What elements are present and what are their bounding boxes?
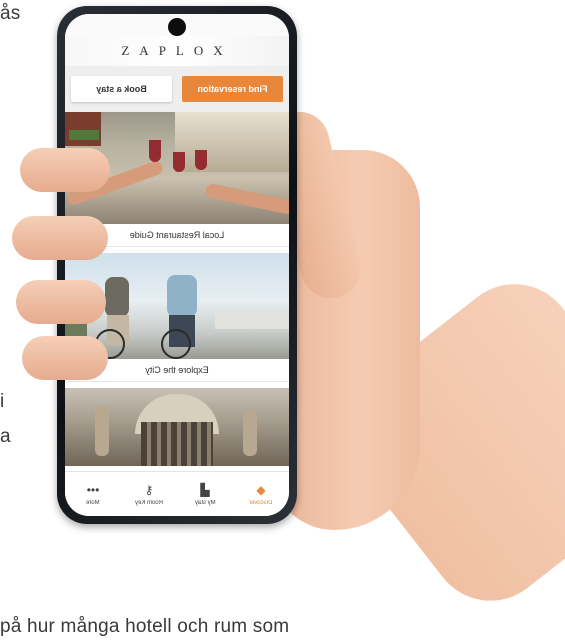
find-reservation-button[interactable]: Find reservation — [182, 76, 283, 102]
nav-room-key[interactable]: ⚷ Room Key — [121, 472, 177, 516]
museum-image — [65, 388, 289, 466]
nav-more[interactable]: ••• More — [65, 472, 121, 516]
hand-finger-4 — [22, 336, 108, 380]
action-buttons: Book a stay Find reservation — [65, 66, 289, 112]
page-text-mid-2: a — [0, 426, 11, 447]
key-icon: ⚷ — [144, 482, 154, 497]
more-dots-icon: ••• — [86, 482, 100, 497]
hand-finger-3 — [16, 280, 106, 324]
phone-screen: ZAPLOX Book a stay Find reservation Loca… — [65, 14, 289, 516]
tag-icon: ◆ — [256, 482, 266, 497]
bottom-navigation: ••• More ⚷ Room Key ▙ My stay ◆ Discover — [65, 471, 289, 516]
nav-discover-label: Discover — [249, 499, 273, 506]
camera-notch — [168, 18, 186, 36]
page-text-bottom: på hur många hotell och rum som — [0, 616, 290, 637]
nav-discover[interactable]: ◆ Discover — [233, 472, 289, 516]
brand-logo: ZAPLOX — [65, 36, 289, 66]
hand-finger-2 — [12, 216, 108, 260]
page-text-top: ås — [0, 3, 21, 24]
nav-my-stay-label: My stay — [194, 499, 216, 506]
hand-finger-1 — [20, 148, 110, 192]
book-a-stay-button[interactable]: Book a stay — [71, 76, 172, 102]
nav-my-stay[interactable]: ▙ My stay — [177, 472, 233, 516]
museum-card[interactable] — [65, 388, 289, 466]
bed-icon: ▙ — [200, 482, 210, 497]
nav-room-key-label: Room Key — [134, 499, 163, 506]
nav-more-label: More — [86, 499, 100, 506]
phone-device: ZAPLOX Book a stay Find reservation Loca… — [57, 6, 297, 524]
page-text-mid-1: i — [0, 391, 5, 412]
